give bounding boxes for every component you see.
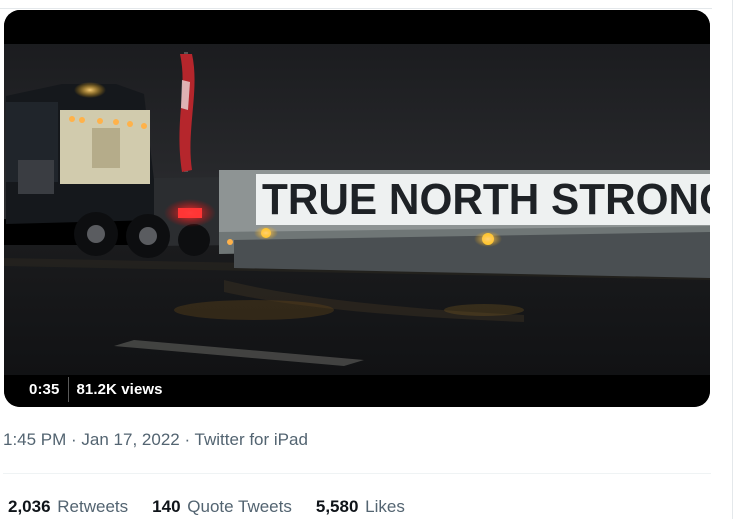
tweet-source[interactable]: Twitter for iPad: [195, 430, 308, 449]
tweet-timestamp: 1:45 PM · Jan 17, 2022 · Twitter for iPa…: [3, 430, 308, 450]
likes-link[interactable]: 5,580 Likes: [316, 497, 405, 517]
video-frame: TRUE NORTH STRONG: [4, 10, 710, 407]
likes-count: 5,580: [315, 497, 359, 516]
banner-text: TRUE NORTH STRONG: [262, 175, 710, 224]
retweets-count: 2,036: [8, 497, 51, 516]
meta-separator: ·: [66, 430, 82, 449]
tweet-time[interactable]: 1:45 PM: [3, 430, 66, 449]
quote-tweets-count: 140: [152, 497, 181, 516]
badge-separator: [68, 377, 70, 402]
meta-separator: ·: [179, 430, 195, 449]
quote-tweets-link[interactable]: 140 Quote Tweets: [152, 497, 292, 517]
video-info-badge: 0:35 81.2K views: [21, 377, 171, 402]
likes-label: Likes: [365, 497, 405, 516]
tweet-date[interactable]: Jan 17, 2022: [81, 430, 179, 449]
retweets-link[interactable]: 2,036 Retweets: [8, 497, 128, 517]
engagement-stats: 2,036 Retweets 140 Quote Tweets 5,580 Li…: [8, 497, 405, 517]
divider: [732, 0, 733, 519]
retweets-label: Retweets: [57, 497, 129, 516]
divider: [3, 473, 711, 474]
quote-tweets-label: Quote Tweets: [187, 497, 292, 516]
video-views: 81.2K views: [76, 381, 163, 398]
video-duration: 0:35: [29, 381, 60, 398]
video-player[interactable]: TRUE NORTH STRONG 0:35 81.2K views: [4, 10, 710, 407]
divider: [0, 8, 712, 9]
tweet-detail: TRUE NORTH STRONG 0:35 81.2K views 1:45 …: [0, 0, 750, 519]
